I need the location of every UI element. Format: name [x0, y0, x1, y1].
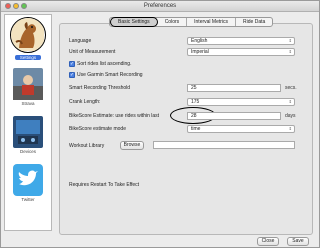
- close-button[interactable]: Close: [257, 237, 279, 246]
- dog-settings-icon: [10, 17, 46, 53]
- sidebar-item-label: Twitter: [21, 197, 35, 202]
- crank-length-label: Crank Length:: [69, 99, 101, 105]
- language-value: English: [191, 38, 208, 44]
- bikescore-days-label: BikeScore Estimate: use rides within las…: [69, 113, 160, 119]
- preferences-window: Preferences Settings Strava Devices Twit…: [0, 0, 320, 248]
- twitter-bird-icon: [13, 164, 43, 196]
- bikescore-days-unit: days: [285, 113, 296, 119]
- garmin-smart-label: Use Garmin Smart Recording: [77, 72, 143, 78]
- bikescore-mode-label: BikeScore estimate mode: [69, 126, 126, 132]
- smart-threshold-input[interactable]: 25: [187, 84, 281, 92]
- restart-note: Requires Restart To Take Effect: [69, 182, 140, 188]
- sort-rides-checkbox[interactable]: ✓: [69, 61, 75, 67]
- window-title: Preferences: [143, 3, 177, 9]
- smart-threshold-unit: secs.: [285, 85, 297, 91]
- tab-ride-data[interactable]: Ride Data: [236, 18, 272, 26]
- units-label: Unit of Measurement: [69, 49, 116, 55]
- settings-tabs: Basic Settings Colors Interval Metrics R…: [109, 17, 274, 27]
- tab-basic-settings[interactable]: Basic Settings: [110, 17, 158, 27]
- crank-length-select[interactable]: 175 ⇕: [187, 98, 295, 106]
- devices-icon: [13, 116, 43, 148]
- tab-interval-metrics[interactable]: Interval Metrics: [187, 18, 237, 26]
- bikescore-mode-value: time: [191, 126, 201, 132]
- sidebar-item-twitter[interactable]: Twitter: [5, 161, 51, 205]
- bikescore-mode-select[interactable]: time ⇕: [187, 125, 295, 133]
- title-bar: Preferences: [1, 1, 319, 12]
- crank-length-value: 175: [191, 99, 200, 105]
- sidebar-item-label: Settings: [15, 55, 41, 60]
- workout-library-path-input[interactable]: [153, 141, 295, 149]
- sidebar-item-label: Devices: [19, 149, 36, 154]
- sort-rides-label: Sort rides list ascending.: [77, 61, 132, 67]
- workout-library-label: Workout Library: [69, 143, 105, 149]
- strava-icon: [13, 68, 43, 100]
- language-select[interactable]: English ⇕: [187, 37, 295, 45]
- bikescore-days-input[interactable]: 28: [187, 112, 281, 120]
- sidebar-item-strava[interactable]: Strava: [5, 65, 51, 109]
- units-value: Imperial: [191, 49, 209, 55]
- units-select[interactable]: Imperial ⇕: [187, 48, 295, 56]
- browse-button[interactable]: Browse: [120, 141, 144, 150]
- sidebar-item-settings[interactable]: Settings: [5, 17, 51, 61]
- garmin-smart-checkbox[interactable]: ✓: [69, 72, 75, 78]
- sidebar-item-devices[interactable]: Devices: [5, 113, 51, 157]
- tab-colors[interactable]: Colors: [158, 18, 188, 26]
- chevron-updown-icon: ⇕: [288, 99, 292, 104]
- sidebar-item-label: Strava: [21, 101, 35, 106]
- chevron-updown-icon: ⇕: [288, 126, 292, 131]
- sidebar: Settings Strava Devices Twitter: [4, 14, 52, 231]
- chevron-updown-icon: ⇕: [288, 38, 292, 43]
- language-label: Language: [69, 38, 92, 44]
- smart-threshold-label: Smart Recording Threshold: [69, 85, 131, 91]
- save-button[interactable]: Save: [287, 237, 309, 246]
- chevron-updown-icon: ⇕: [288, 49, 292, 54]
